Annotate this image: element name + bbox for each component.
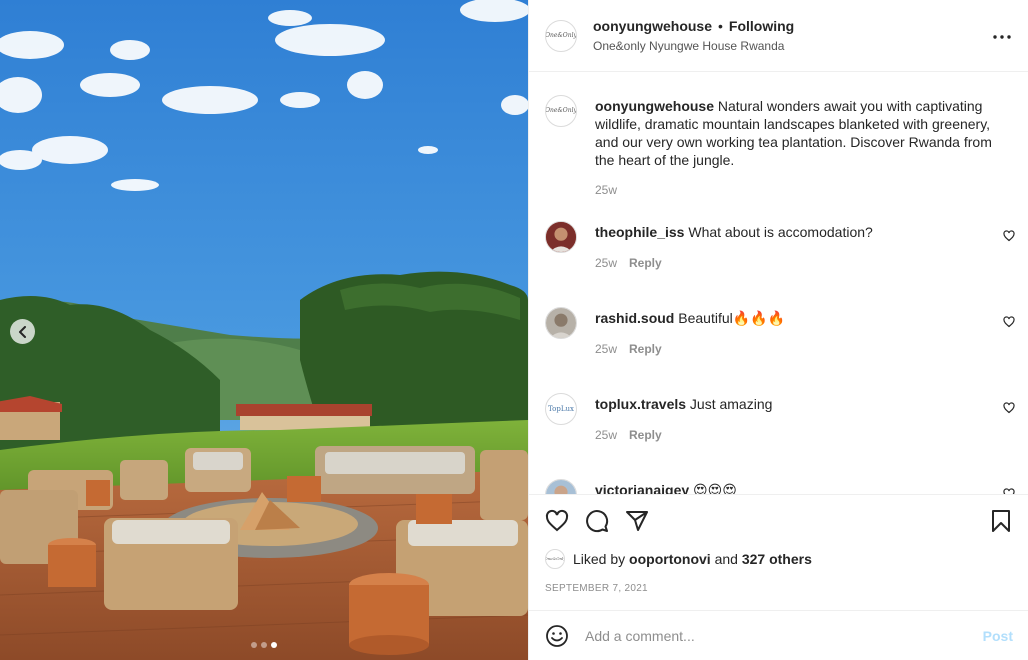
post-image-carousel[interactable] [0,0,528,660]
bookmark-icon [992,510,1010,532]
comment-item: victorianaigey 😍😍😍 [545,479,1015,494]
comment-timestamp[interactable]: 25w [595,428,617,442]
comment-like-button[interactable] [1003,487,1015,494]
post-details-panel: One&Only oonyungwehouse • Following One&on… [528,0,1028,660]
comment-like-button[interactable] [1003,315,1015,331]
resort-landscape-photo [0,0,528,660]
add-comment-bar: Post [529,610,1028,660]
comment-item: TopLux toplux.travels Just amazing 25w Re… [545,393,1015,453]
comment-like-button[interactable] [1003,229,1015,245]
carousel-dot-active [271,642,277,648]
liker-username-link[interactable]: ooportonovi [629,551,711,567]
paper-plane-icon [626,511,648,531]
carousel-dot [251,642,257,648]
comment-text: victorianaigey 😍😍😍 [595,481,1010,494]
following-button[interactable]: Following [729,18,794,34]
comment-body: What about is accomodation? [684,224,873,240]
heart-icon [1003,230,1015,242]
caption-avatar[interactable]: One&Only [545,95,577,127]
comment-timestamp[interactable]: 25w [595,342,617,356]
chevron-left-icon [18,325,26,338]
account-username-link[interactable]: oonyungwehouse [593,18,712,34]
reply-button[interactable]: Reply [629,428,662,442]
post-date[interactable]: SEPTEMBER 7, 2021 [545,583,648,594]
comments-list[interactable]: One&Only oonyungwehouse Natural wonders … [529,73,1028,494]
post-header: One&Only oonyungwehouse • Following One&on… [529,0,1028,72]
person-photo-icon [546,222,576,252]
header-title-line: oonyungwehouse • Following [593,18,794,34]
comment-timestamp[interactable]: 25w [595,256,617,270]
more-options-button[interactable] [993,26,1011,42]
caption-username-link[interactable]: oonyungwehouse [595,98,714,114]
comment-username-link[interactable]: toplux.travels [595,396,686,412]
heart-icon [1003,402,1015,414]
comment-icon [586,510,609,533]
comment-meta: 25w Reply [595,428,662,442]
toplux-logo: TopLux [548,405,574,413]
likes-count-link[interactable]: 327 others [742,551,812,567]
more-horizontal-icon [993,35,1011,39]
reply-button[interactable]: Reply [629,342,662,356]
emoji-button[interactable] [545,624,569,651]
brand-logo: One&Only [545,556,565,561]
carousel-prev-button[interactable] [10,319,35,344]
caption-meta: 25w [595,183,617,197]
post-comment-button[interactable]: Post [983,628,1013,644]
commenter-avatar[interactable] [545,307,577,339]
comment-button[interactable] [585,509,609,536]
person-photo-icon [546,308,576,338]
caption-text: oonyungwehouse Natural wonders await you… [595,97,1010,169]
comment-input[interactable] [585,623,965,649]
comment-text: toplux.travels Just amazing [595,395,1010,413]
commenter-avatar[interactable] [545,221,577,253]
comment-item: rashid.soud Beautiful🔥🔥🔥 25w Reply [545,307,1015,367]
comment-body: Just amazing [686,396,773,412]
likes-summary: One&Only Liked by ooportonovi and 327 ot… [545,549,812,569]
reply-button[interactable]: Reply [629,256,662,270]
heart-icon [545,509,569,532]
likes-prefix: Liked by [573,551,630,567]
heart-icon [1003,316,1015,328]
comment-item: theophile_iss What about is accomodation… [545,221,1015,281]
commenter-avatar[interactable]: TopLux [545,393,577,425]
brand-logo: One&Only [545,107,577,114]
likes-middle: and [710,551,742,567]
caption-timestamp[interactable]: 25w [595,183,617,197]
comment-body: Beautiful🔥🔥🔥 [674,310,786,326]
comment-meta: 25w Reply [595,342,662,356]
location-link[interactable]: One&only Nyungwe House Rwanda [593,39,784,53]
comment-like-button[interactable] [1003,401,1015,417]
comment-username-link[interactable]: theophile_iss [595,224,684,240]
comment-meta: 25w Reply [595,256,662,270]
save-button[interactable] [989,509,1013,536]
comment-username-link[interactable]: rashid.soud [595,310,674,326]
instagram-post-modal: One&Only oonyungwehouse • Following One&on… [0,0,1028,660]
post-caption: One&Only oonyungwehouse Natural wonders … [545,95,1015,205]
share-button[interactable] [625,509,649,536]
person-photo-icon [546,480,576,494]
brand-logo: One&Only [545,32,577,39]
comment-body: 😍😍😍 [689,482,737,494]
comment-username-link[interactable]: victorianaigey [595,482,689,494]
header-separator: • [718,18,723,34]
comment-text: theophile_iss What about is accomodation… [595,223,1010,241]
like-button[interactable] [545,509,569,536]
commenter-avatar[interactable] [545,479,577,494]
post-actions: One&Only Liked by ooportonovi and 327 ot… [529,494,1028,610]
comment-text: rashid.soud Beautiful🔥🔥🔥 [595,309,1010,327]
liker-avatar[interactable]: One&Only [545,549,565,569]
smiley-icon [546,625,568,647]
carousel-indicator [0,642,528,648]
carousel-dot [261,642,267,648]
account-avatar[interactable]: One&Only [545,20,577,52]
